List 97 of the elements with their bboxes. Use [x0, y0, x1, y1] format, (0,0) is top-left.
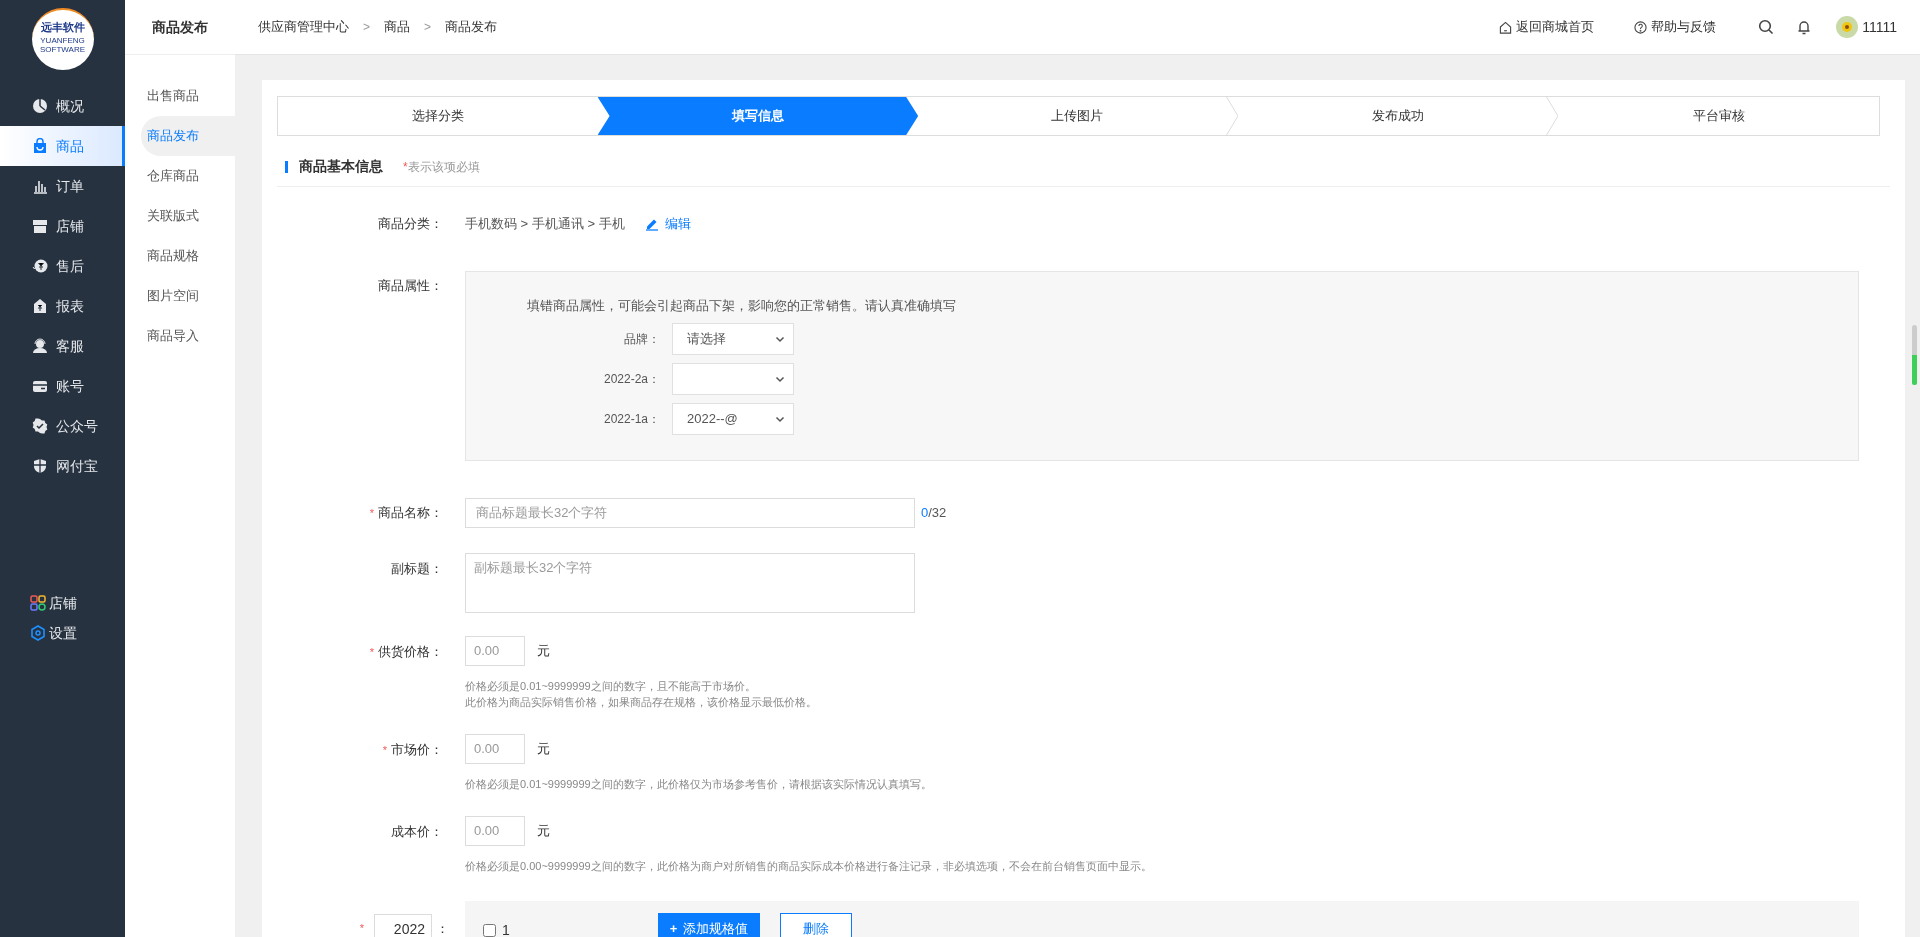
subnav-item[interactable]: 仓库商品 — [141, 156, 235, 196]
currency-unit: 元 — [537, 821, 550, 840]
apps-grid-icon — [30, 595, 46, 611]
product-name-input[interactable]: 商品标题最长32个字符 — [465, 497, 915, 528]
avatar — [1836, 16, 1859, 38]
shopping-bag-icon — [32, 138, 48, 154]
help-text: 价格必须是0.01~9999999之间的数字，此价格仅为市场参考售价，请根据该实际情况认真填写。 — [465, 776, 933, 792]
store-icon — [32, 218, 48, 234]
logo-subtext: YUANFENG SOFTWARE — [38, 36, 86, 54]
subnav-item[interactable]: 商品规格 — [141, 236, 235, 276]
sidebar-item[interactable]: 报表 — [0, 286, 125, 326]
attribute-label: 2022-1a： — [602, 411, 661, 428]
chevron-down-icon — [775, 414, 785, 424]
checkbox[interactable] — [483, 923, 496, 937]
section-marker — [285, 160, 288, 173]
attributes-warning: 填错商品属性，可能会引起商品下架，影响您的正常销售。请认真准确填写 — [526, 296, 957, 315]
price-input[interactable]: 0.00 — [465, 635, 525, 666]
help-text: 价格必须是0.00~9999999之间的数字，此价格为商户对所销售的商品实际成本价格进行备注记录，非必填选项，不会在前台销售页面中显示。 — [465, 858, 1153, 874]
field-label: 商品分类： — [378, 216, 443, 231]
settings-icon — [30, 625, 46, 641]
step: 发布成功 — [1237, 97, 1559, 135]
breadcrumb-link[interactable]: 商品发布 — [445, 17, 498, 37]
home-icon — [1499, 20, 1513, 34]
help-icon — [1634, 20, 1648, 34]
sidebar-item[interactable]: 公众号 — [0, 406, 125, 446]
section-title: 商品基本信息 — [299, 157, 383, 176]
subnav-item[interactable]: 关联版式 — [141, 196, 235, 236]
card-icon — [32, 378, 48, 394]
subtitle-textarea[interactable]: 副标题最长32个字符 — [465, 552, 915, 613]
required-mark: * — [359, 921, 364, 937]
refund-icon — [32, 258, 48, 274]
bar-chart-icon — [32, 178, 48, 194]
help-text: 此价格为商品实际销售价格，如果商品存在规格，该价格显示最低价格。 — [465, 694, 818, 710]
pie-chart-icon — [32, 98, 48, 114]
field-label: 商品属性： — [378, 277, 443, 293]
subnav-item[interactable]: 图片空间 — [141, 276, 235, 316]
category-path: 手机数码 > 手机通讯 > 手机 — [465, 215, 625, 233]
required-note: *表示该项必填 — [403, 158, 480, 176]
edit-link[interactable]: 编辑 — [644, 214, 691, 234]
breadcrumb-link[interactable]: 商品 — [384, 17, 410, 37]
attribute-select[interactable]: 请选择 — [672, 323, 794, 355]
option-label: 1 — [502, 920, 510, 937]
breadcrumb-link[interactable]: 供应商管理中心 — [258, 17, 349, 37]
sidebar-item[interactable]: 订单 — [0, 166, 125, 206]
subnav-title: 商品发布 — [152, 17, 208, 37]
verified-badge-icon — [32, 418, 48, 434]
bell-icon — [1797, 19, 1812, 35]
support-icon — [32, 338, 48, 354]
sidebar-item[interactable]: 店铺 — [0, 206, 125, 246]
required-mark: * — [369, 506, 374, 519]
scrollbar[interactable] — [1912, 325, 1917, 385]
step: 上传图片 — [917, 97, 1238, 135]
field-colon: ： — [436, 919, 449, 937]
chevron-down-icon — [775, 374, 785, 384]
price-input[interactable]: 0.00 — [465, 815, 525, 846]
sidebar-item[interactable]: 网付宝 — [0, 446, 125, 486]
currency-unit: 元 — [537, 739, 550, 758]
sidebar-item[interactable]: 客服 — [0, 326, 125, 366]
step: 填写信息 — [597, 97, 919, 135]
subnav-item[interactable]: 出售商品 — [141, 76, 235, 116]
sidebar-item[interactable]: 商品 — [0, 126, 125, 166]
step: 平台审核 — [1558, 97, 1879, 135]
field-label: 商品名称： — [378, 504, 443, 520]
breadcrumb-separator: > — [363, 19, 370, 36]
sidebar-item[interactable]: 设置 — [0, 621, 125, 645]
chevron-down-icon — [775, 334, 785, 344]
report-icon — [32, 298, 48, 314]
field-label: 成本价： — [391, 823, 443, 839]
add-spec-value-button[interactable]: + 添加规格值 — [657, 912, 761, 937]
subnav-item[interactable]: 商品发布 — [141, 116, 235, 156]
sidebar-item[interactable]: 店铺 — [0, 591, 125, 615]
currency-unit: 元 — [537, 641, 550, 660]
breadcrumb-separator: > — [424, 19, 432, 36]
character-counter: 0/32 — [921, 503, 947, 522]
shield-icon — [32, 458, 48, 474]
attribute-select[interactable]: 2022--@ — [672, 403, 794, 435]
header-link[interactable]: 返回商城首页 — [1499, 17, 1595, 37]
logo-text: 远丰软件 — [40, 22, 85, 33]
sidebar-item[interactable]: 售后 — [0, 246, 125, 286]
search-icon — [1758, 19, 1775, 35]
delete-button[interactable]: 删除 — [780, 912, 853, 937]
step: 选择分类 — [278, 97, 599, 135]
field-label: 副标题： — [391, 560, 443, 576]
sidebar-item[interactable]: 概况 — [0, 86, 125, 126]
spec-name-input[interactable]: 2022 — [374, 913, 432, 937]
required-mark: * — [382, 743, 387, 756]
field-label: 供货价格： — [378, 643, 443, 659]
user-name[interactable]: 11111 — [1862, 16, 1897, 38]
required-mark: * — [369, 645, 374, 658]
header-link[interactable]: 帮助与反馈 — [1634, 17, 1717, 37]
sidebar-item[interactable]: 账号 — [0, 366, 125, 406]
field-label: 市场价： — [391, 741, 443, 757]
price-input[interactable]: 0.00 — [465, 733, 525, 764]
attribute-label: 2022-2a： — [602, 371, 661, 388]
subnav-item[interactable]: 商品导入 — [141, 316, 235, 356]
help-text: 价格必须是0.01~9999999之间的数字，且不能高于市场价。 — [465, 678, 757, 694]
attribute-label: 品牌： — [623, 331, 661, 348]
